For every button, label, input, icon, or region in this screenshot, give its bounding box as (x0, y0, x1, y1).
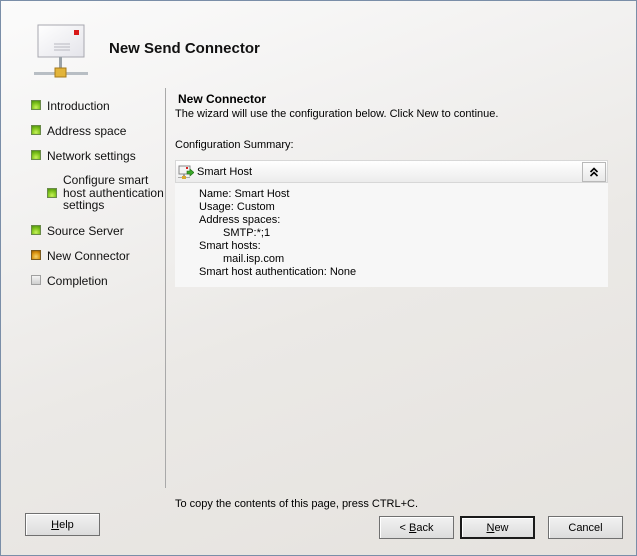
step-complete-icon (31, 125, 41, 135)
cancel-button[interactable]: Cancel (548, 516, 623, 539)
button-label: Cancel (568, 521, 603, 534)
new-button[interactable]: New (460, 516, 535, 539)
collapse-button[interactable] (582, 162, 606, 182)
envelope-network-icon (34, 24, 88, 78)
summary-line: Usage: Custom (199, 201, 275, 213)
nav-step-network-settings: Network settings (31, 149, 136, 163)
nav-step-label-line: settings (63, 198, 105, 212)
summary-line: Smart host authentication: None (199, 266, 357, 278)
nav-step-source-server: Source Server (31, 224, 124, 238)
nav-step-label: Address space (47, 124, 127, 138)
nav-step-completion: Completion (31, 274, 108, 288)
nav-step-label: Configure smart host authentication sett… (63, 174, 164, 212)
nav-step-label-line: Configure smart (63, 173, 149, 187)
button-label: ack (416, 521, 434, 534)
summary-line: mail.isp.com (223, 253, 285, 265)
button-label: ew (494, 521, 509, 534)
summary-label: Configuration Summary: (175, 139, 294, 151)
step-complete-icon (31, 150, 41, 160)
back-button[interactable]: < Back (379, 516, 454, 539)
nav-step-label: Network settings (47, 149, 136, 163)
nav-step-introduction: Introduction (31, 99, 110, 113)
nav-step-new-connector: New Connector (31, 249, 130, 263)
double-chevron-up-icon (589, 167, 599, 177)
page-heading: New Connector (178, 92, 267, 106)
nav-divider (165, 88, 166, 488)
summary-line: Smart hosts: (199, 240, 261, 252)
summary-panel: Smart Host Name: Smart Host Usage: Custo… (175, 160, 608, 287)
nav-step-label: Introduction (47, 99, 110, 113)
summary-line: Name: Smart Host (199, 188, 290, 200)
nav-step-label: Completion (47, 274, 108, 288)
summary-line: SMTP:*;1 (223, 227, 271, 239)
wizard-title: New Send Connector (109, 40, 260, 57)
summary-line: Address spaces: (199, 214, 281, 226)
page-description: The wizard will use the configuration be… (175, 108, 499, 120)
button-label: elp (59, 518, 74, 531)
nav-step-label: Source Server (47, 224, 124, 238)
button-accelerator: N (486, 521, 495, 534)
nav-step-label: New Connector (47, 249, 130, 263)
summary-panel-body: Name: Smart Host Usage: Custom Address s… (175, 183, 608, 287)
step-complete-icon (31, 100, 41, 110)
smart-host-connector-icon (178, 165, 194, 179)
step-complete-icon (47, 188, 57, 198)
button-accelerator: H (51, 518, 60, 531)
step-complete-icon (31, 225, 41, 235)
summary-panel-title: Smart Host (197, 165, 253, 178)
step-current-icon (31, 250, 41, 260)
help-button[interactable]: Help (25, 513, 100, 536)
nav-step-configure-smart-host-auth: Configure smart host authentication sett… (47, 174, 164, 212)
page-content: New Connector The wizard will use the co… (175, 92, 615, 151)
summary-panel-header[interactable]: Smart Host (175, 160, 608, 183)
step-pending-icon (31, 275, 41, 285)
copy-hint: To copy the contents of this page, press… (175, 498, 419, 510)
button-label: < (399, 521, 409, 534)
nav-step-address-space: Address space (31, 124, 126, 138)
button-accelerator: B (409, 521, 417, 534)
wizard-window: New Send Connector Introduction Address … (0, 0, 637, 556)
